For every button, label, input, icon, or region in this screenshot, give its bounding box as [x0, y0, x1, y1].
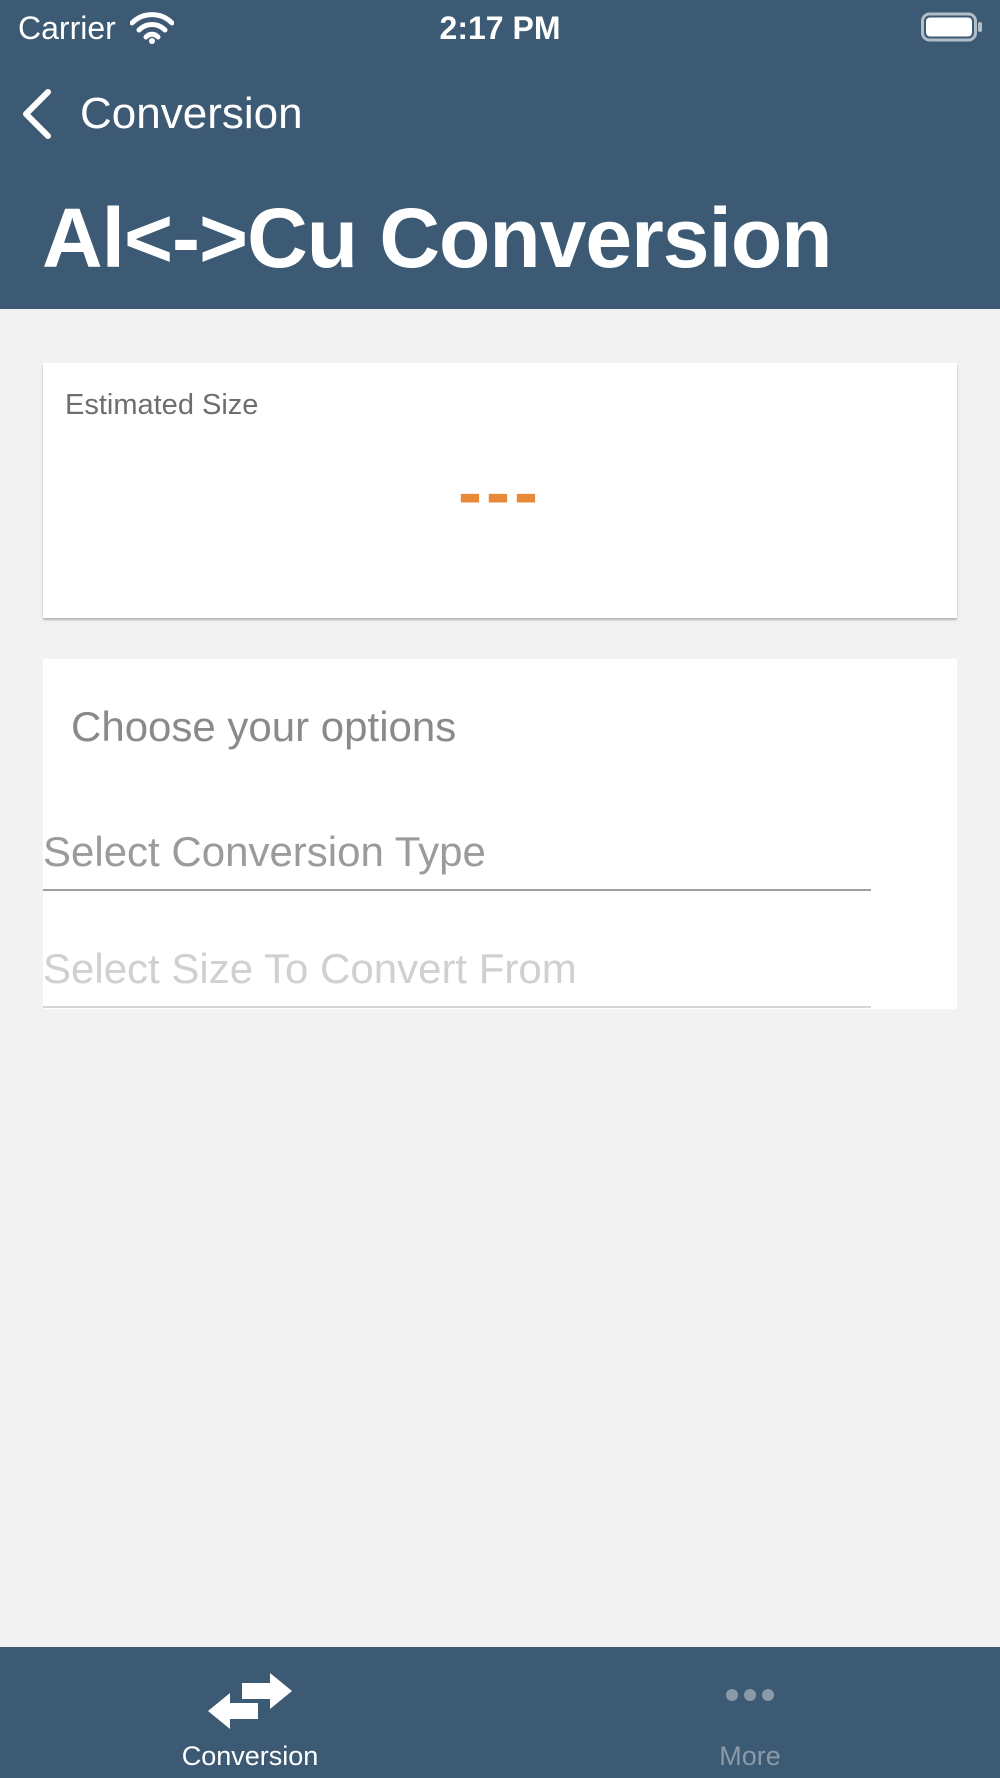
tab-conversion-label: Conversion — [181, 1741, 319, 1771]
swap-arrows-icon — [208, 1673, 292, 1729]
page-title: Al<->Cu Conversion — [42, 191, 832, 285]
conversion-type-select[interactable]: Select Conversion Type — [43, 815, 871, 891]
back-button[interactable]: Conversion — [18, 82, 303, 146]
options-heading: Choose your options — [71, 703, 457, 750]
chevron-left-icon — [23, 89, 51, 139]
battery-icon — [921, 12, 982, 42]
more-dots-icon — [726, 1689, 774, 1701]
tab-bar: Conversion More — [0, 1647, 1000, 1778]
estimate-label: Estimated Size — [65, 389, 259, 421]
status-bar: Carrier 2:17 PM — [0, 0, 1000, 56]
status-time: 2:17 PM — [439, 10, 561, 46]
header: Carrier 2:17 PM Conversion Al<->Cu Conve… — [0, 0, 1000, 309]
estimate-card: Estimated Size --- — [43, 363, 957, 618]
back-label: Conversion — [80, 89, 303, 138]
tab-more-label: More — [719, 1741, 781, 1771]
size-from-select[interactable]: Select Size To Convert From — [43, 932, 871, 1008]
estimate-value: --- — [458, 453, 542, 533]
tab-more[interactable]: More — [500, 1647, 1000, 1778]
tab-conversion[interactable]: Conversion — [0, 1647, 500, 1778]
